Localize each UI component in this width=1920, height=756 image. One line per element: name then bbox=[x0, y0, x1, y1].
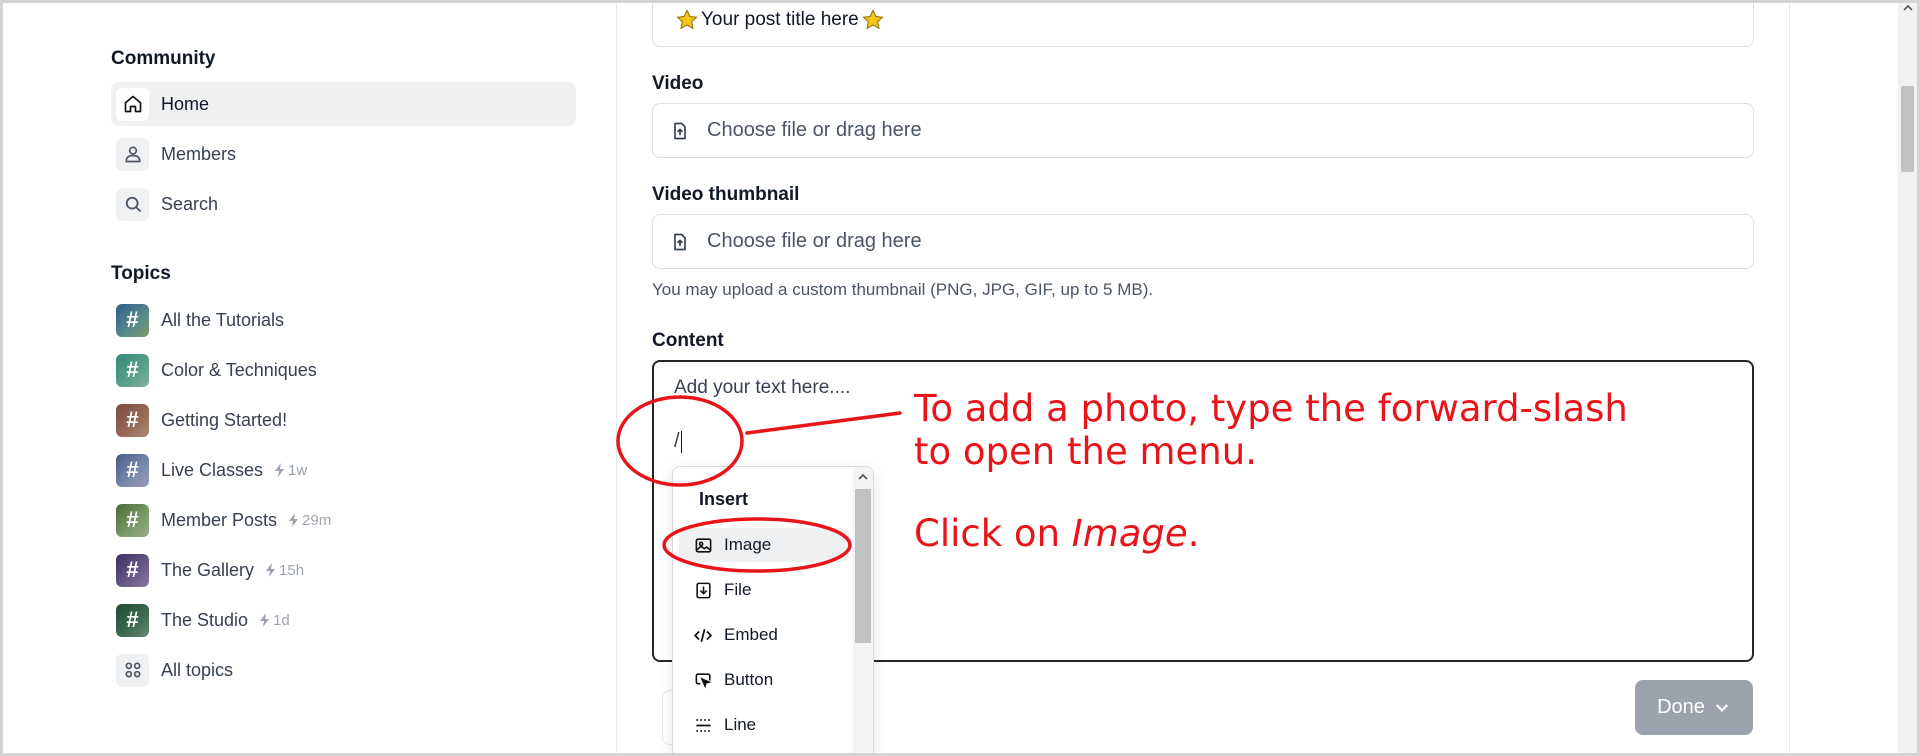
insert-menu-item-label: Line bbox=[724, 715, 757, 734]
done-button[interactable]: Done bbox=[1635, 680, 1753, 735]
hashtag-icon: # bbox=[116, 403, 149, 437]
thumbnail-upload-input[interactable]: Choose file or drag here bbox=[652, 214, 1754, 269]
post-title-value: Your post title here bbox=[675, 8, 885, 32]
activity-time: 29m bbox=[302, 511, 332, 529]
insert-menu-item-label: Image bbox=[724, 535, 772, 554]
video-upload-input[interactable]: Choose file or drag here bbox=[652, 103, 1754, 158]
community-heading: Community bbox=[111, 48, 216, 69]
activity-badge: 15h bbox=[266, 562, 304, 579]
bolt-icon bbox=[275, 463, 285, 477]
hashtag-icon: # bbox=[116, 453, 149, 487]
hashtag-icon: # bbox=[116, 353, 149, 387]
star-icon bbox=[676, 8, 698, 29]
typed-slash: / bbox=[674, 430, 680, 452]
hashtag-icon: # bbox=[116, 503, 149, 537]
insert-menu-item-label: Button bbox=[724, 670, 774, 689]
content-placeholder: Add your text here.... bbox=[674, 377, 851, 398]
user-icon bbox=[116, 137, 149, 171]
insert-menu-item-line[interactable]: Line bbox=[693, 708, 756, 742]
sidebar-item-members[interactable]: Members bbox=[111, 132, 576, 176]
scroll-up-arrow-icon[interactable] bbox=[1902, 2, 1913, 12]
sidebar-item-label: Search bbox=[161, 193, 219, 214]
activity-badge: 29m bbox=[289, 512, 331, 529]
activity-badge: 1w bbox=[275, 462, 307, 479]
sidebar-item-all-topics[interactable]: All topics bbox=[111, 648, 576, 692]
grid-icon bbox=[116, 653, 149, 687]
post-title-input[interactable]: Your post title here bbox=[652, 0, 1754, 47]
insert-menu-scrollbar[interactable] bbox=[853, 467, 873, 756]
sidebar-topic-the-gallery[interactable]: # The Gallery 15h bbox=[111, 548, 576, 592]
insert-menu-item-file[interactable]: File bbox=[693, 573, 751, 607]
page-scroll-thumb[interactable] bbox=[1901, 86, 1914, 172]
topic-label: The Studio bbox=[161, 609, 249, 630]
activity-time: 1d bbox=[273, 611, 290, 629]
sidebar-topic-member-posts[interactable]: # Member Posts 29m bbox=[111, 498, 576, 542]
topic-label: All the Tutorials bbox=[161, 309, 285, 330]
main-divider bbox=[1789, 0, 1790, 756]
sidebar-topic-the-studio[interactable]: # The Studio 1d bbox=[111, 598, 576, 642]
insert-menu-item-label: Embed bbox=[724, 625, 778, 644]
insert-menu: Insert Image File Embed Button Line bbox=[672, 466, 874, 756]
sidebar-item-label: Home bbox=[161, 93, 210, 114]
hashtag-icon: # bbox=[116, 553, 149, 587]
sidebar-topic-color-techniques[interactable]: # Color & Techniques bbox=[111, 348, 576, 392]
text-caret bbox=[680, 430, 683, 453]
divider-line-icon bbox=[693, 715, 713, 735]
bolt-icon bbox=[289, 513, 299, 527]
topic-label: Getting Started! bbox=[161, 409, 288, 430]
sidebar-item-label: Members bbox=[161, 143, 237, 164]
hashtag-icon: # bbox=[116, 603, 149, 637]
content-typed-text: / bbox=[674, 430, 683, 453]
home-icon bbox=[116, 87, 149, 121]
video-upload-placeholder: Choose file or drag here bbox=[707, 119, 922, 141]
sidebar-item-label: All topics bbox=[161, 659, 234, 680]
hashtag-icon: # bbox=[116, 303, 149, 337]
content-label: Content bbox=[652, 330, 724, 351]
insert-menu-heading: Insert bbox=[699, 489, 749, 509]
bolt-icon bbox=[260, 613, 270, 627]
sidebar: Community Home Members Search Topics # A… bbox=[0, 0, 617, 756]
scroll-up-arrow-icon[interactable] bbox=[857, 471, 869, 481]
insert-menu-item-image[interactable]: Image bbox=[679, 528, 849, 562]
topic-label: Member Posts bbox=[161, 509, 278, 530]
video-thumbnail-label: Video thumbnail bbox=[652, 184, 800, 205]
upload-icon bbox=[669, 231, 691, 253]
topic-label: Color & Techniques bbox=[161, 359, 317, 380]
star-icon bbox=[862, 8, 884, 29]
post-title-text: Your post title here bbox=[701, 8, 859, 30]
file-download-icon bbox=[693, 580, 713, 600]
button-cursor-icon bbox=[693, 670, 713, 690]
topics-heading: Topics bbox=[111, 263, 171, 284]
insert-menu-item-button[interactable]: Button bbox=[693, 663, 773, 697]
activity-badge: 1d bbox=[260, 612, 290, 629]
image-icon bbox=[693, 535, 713, 555]
insert-menu-item-label: File bbox=[724, 580, 752, 599]
insert-menu-scroll-thumb[interactable] bbox=[855, 489, 871, 643]
thumbnail-helper-text: You may upload a custom thumbnail (PNG, … bbox=[652, 280, 1154, 299]
page-scrollbar[interactable] bbox=[1898, 0, 1917, 756]
sidebar-topic-live-classes[interactable]: # Live Classes 1w bbox=[111, 448, 576, 492]
upload-icon bbox=[669, 120, 691, 142]
topic-label: The Gallery bbox=[161, 559, 255, 580]
sidebar-item-home[interactable]: Home bbox=[111, 82, 576, 126]
activity-time: 15h bbox=[279, 561, 305, 579]
topic-label: Live Classes bbox=[161, 459, 264, 480]
code-icon bbox=[693, 625, 713, 645]
chevron-down-icon bbox=[1715, 703, 1728, 712]
sidebar-topic-getting-started[interactable]: # Getting Started! bbox=[111, 398, 576, 442]
sidebar-item-search[interactable]: Search bbox=[111, 182, 576, 226]
video-label: Video bbox=[652, 73, 704, 94]
thumbnail-upload-placeholder: Choose file or drag here bbox=[707, 230, 922, 252]
insert-menu-item-embed[interactable]: Embed bbox=[693, 618, 778, 652]
done-button-label: Done bbox=[1657, 696, 1705, 718]
sidebar-topic-all-the-tutorials[interactable]: # All the Tutorials bbox=[111, 298, 576, 342]
bolt-icon bbox=[266, 563, 276, 577]
activity-time: 1w bbox=[288, 461, 308, 479]
search-icon bbox=[116, 187, 149, 221]
